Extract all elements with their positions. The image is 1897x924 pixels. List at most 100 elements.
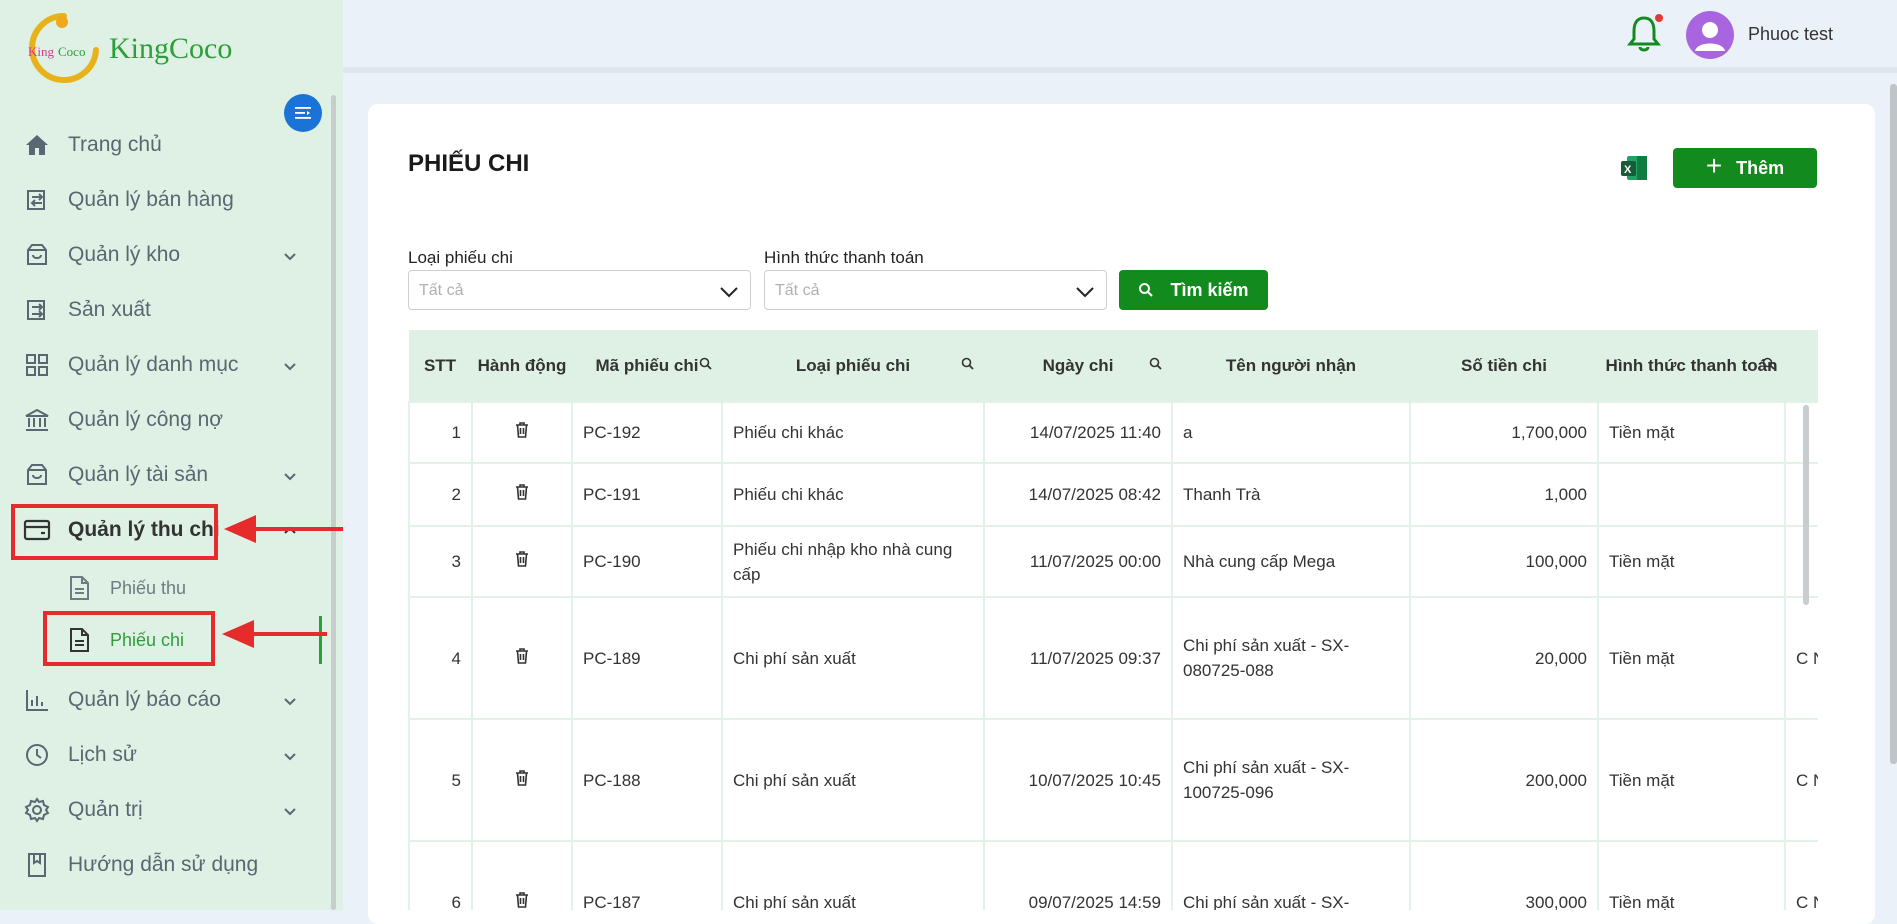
page-scrollbar[interactable] xyxy=(1890,84,1897,764)
notification-dot xyxy=(1655,14,1663,22)
annotation-highlight-box xyxy=(43,611,215,666)
delete-icon[interactable] xyxy=(471,718,573,842)
top-header xyxy=(343,0,1897,73)
sidebar-item-sales[interactable]: Quản lý bán hàng xyxy=(22,180,307,220)
filter-type-label: Loại phiếu chi xyxy=(408,248,513,267)
sidebar-item-assets[interactable]: Quản lý tài sản xyxy=(22,455,307,495)
cell-recipient: Chi phí sản xuất - SX- xyxy=(1171,840,1411,910)
sidebar-scrollbar[interactable] xyxy=(331,95,336,910)
cell-code: PC-191 xyxy=(571,462,723,527)
sidebar-item-categories[interactable]: Quản lý danh mục xyxy=(22,345,307,385)
cell-extra xyxy=(1784,401,1818,464)
sidebar-subitem-label: Phiếu thu xyxy=(110,577,187,598)
logo[interactable]: King Coco KingCoco xyxy=(24,10,274,85)
sidebar-item-production[interactable]: Sản xuất xyxy=(22,290,307,330)
sidebar-item-admin[interactable]: Quản trị xyxy=(22,790,307,830)
active-indicator xyxy=(319,616,322,664)
annotation-arrow-head xyxy=(222,620,254,648)
sidebar-item-history[interactable]: Lịch sử xyxy=(22,735,307,775)
annotation-highlight-box xyxy=(11,504,218,560)
username[interactable]: Phuoc test xyxy=(1748,24,1833,45)
delete-icon[interactable] xyxy=(471,462,573,527)
home-icon xyxy=(22,130,52,160)
cell-recipient: Thanh Trà xyxy=(1171,462,1411,527)
table-row[interactable]: 2 PC-191 Phiếu chi khác 14/07/2025 08:42… xyxy=(408,462,1818,527)
cell-stt: 3 xyxy=(408,525,473,598)
sidebar-item-label: Hướng dẫn sử dụng xyxy=(68,853,259,876)
avatar[interactable] xyxy=(1686,11,1734,59)
sidebar-item-label: Quản lý bán hàng xyxy=(68,188,234,211)
gear-icon xyxy=(22,795,52,825)
delete-icon[interactable] xyxy=(471,525,573,598)
plus-icon: + xyxy=(1705,150,1723,181)
page-title: PHIẾU CHI xyxy=(408,150,530,177)
chevron-down-icon xyxy=(283,243,297,267)
cell-payment xyxy=(1597,462,1786,527)
search-button-label: Tìm kiếm xyxy=(1170,279,1249,300)
svg-text:King: King xyxy=(28,44,55,59)
cell-recipient: a xyxy=(1171,401,1411,464)
cell-stt: 5 xyxy=(408,718,473,842)
sidebar-item-label: Quản lý danh mục xyxy=(68,353,239,376)
search-icon[interactable] xyxy=(1149,356,1163,376)
export-excel-icon[interactable]: X xyxy=(1619,153,1649,183)
table-scrollbar[interactable] xyxy=(1803,405,1809,605)
column-header: Loại phiếu chi xyxy=(722,330,985,402)
table-row[interactable]: 6 PC-187 Chi phí sản xuất 09/07/2025 14:… xyxy=(408,840,1818,910)
cell-extra: C N ( ( xyxy=(1784,596,1818,720)
collapse-menu-icon xyxy=(295,107,311,119)
column-header: STT xyxy=(409,330,473,402)
filter-payment-select[interactable]: Tất cả xyxy=(764,270,1107,310)
sidebar-item-label: Quản lý công nợ xyxy=(68,408,224,431)
table-row[interactable]: 3 PC-190 Phiếu chi nhập kho nhà cung cấp… xyxy=(408,525,1818,598)
search-icon[interactable] xyxy=(961,356,975,376)
column-header: Hình thức thanh toán xyxy=(1598,330,1786,402)
cell-stt: 1 xyxy=(408,401,473,464)
sidebar-item-debts[interactable]: Quản lý công nợ xyxy=(22,400,307,440)
delete-icon[interactable] xyxy=(471,596,573,720)
sidebar-item-warehouse[interactable]: Quản lý kho xyxy=(22,235,307,275)
table-row[interactable]: 4 PC-189 Chi phí sản xuất 11/07/2025 09:… xyxy=(408,596,1818,720)
sidebar-item-guide[interactable]: Hướng dẫn sử dụng xyxy=(22,845,307,885)
cell-payment: Tiền mặt xyxy=(1597,401,1786,464)
search-button[interactable]: Tìm kiếm xyxy=(1119,270,1268,310)
asset-icon xyxy=(22,460,52,490)
column-header: Tên người nhận xyxy=(1172,330,1411,402)
cell-recipient: Chi phí sản xuất - SX-080725-088 xyxy=(1171,596,1411,720)
cell-amount: 300,000 xyxy=(1409,840,1599,910)
sidebar-item-home[interactable]: Trang chủ xyxy=(22,125,307,165)
search-icon[interactable] xyxy=(699,356,713,376)
cell-amount: 20,000 xyxy=(1409,596,1599,720)
sales-icon xyxy=(22,185,52,215)
search-icon[interactable] xyxy=(1762,356,1776,376)
cell-type: Chi phí sản xuất xyxy=(721,596,985,720)
sidebar-subitem-receipts[interactable]: Phiếu thu xyxy=(64,568,244,608)
sidebar-item-label: Lịch sử xyxy=(68,743,137,766)
book-icon xyxy=(22,850,52,880)
chevron-down-icon xyxy=(720,285,738,303)
sidebar-item-label: Quản lý kho xyxy=(68,243,181,266)
filter-type-placeholder: Tất cả xyxy=(419,282,464,299)
sidebar: King Coco KingCoco Trang chủ Quản lý bán… xyxy=(0,0,343,910)
cell-payment: Tiền mặt xyxy=(1597,596,1786,720)
table-row[interactable]: 5 PC-188 Chi phí sản xuất 10/07/2025 10:… xyxy=(408,718,1818,842)
cell-payment: Tiền mặt xyxy=(1597,840,1786,910)
table-row[interactable]: 1 PC-192 Phiếu chi khác 14/07/2025 11:40… xyxy=(408,401,1818,464)
filter-type-select[interactable]: Tất cả xyxy=(408,270,751,310)
svg-text:X: X xyxy=(1624,164,1632,176)
svg-text:Coco: Coco xyxy=(58,44,85,59)
cell-stt: 6 xyxy=(408,840,473,910)
delete-icon[interactable] xyxy=(471,401,573,464)
search-icon xyxy=(1139,283,1154,297)
cell-type: Phiếu chi khác xyxy=(721,462,985,527)
delete-icon[interactable] xyxy=(471,840,573,910)
sidebar-item-label: Quản lý báo cáo xyxy=(68,688,221,711)
column-header: Mã phiếu chi xyxy=(572,330,723,402)
sidebar-item-reports[interactable]: Quản lý báo cáo xyxy=(22,680,307,720)
cell-stt: 4 xyxy=(408,596,473,720)
add-button[interactable]: + Thêm xyxy=(1673,148,1817,188)
cell-code: PC-189 xyxy=(571,596,723,720)
chevron-down-icon xyxy=(283,798,297,822)
cell-amount: 1,000 xyxy=(1409,462,1599,527)
cell-date: 09/07/2025 14:59 xyxy=(983,840,1173,910)
